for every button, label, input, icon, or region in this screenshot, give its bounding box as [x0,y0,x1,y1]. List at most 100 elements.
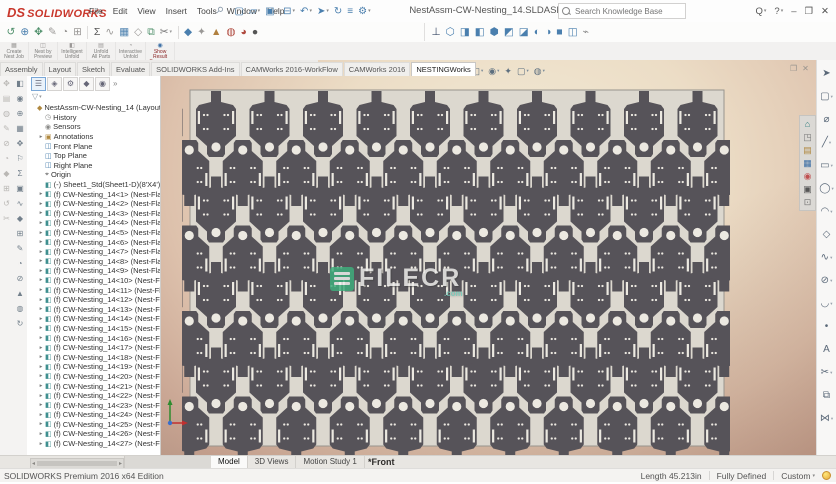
generate-plan-icon[interactable]: ◧ [472,26,487,38]
menu-insert[interactable]: Insert [161,6,192,16]
expander-icon[interactable]: ▸ [37,421,45,427]
simulate-toolpath-icon[interactable]: ◩ [501,26,516,38]
tree-item-right-plane[interactable]: ◫Right Plane [27,161,160,171]
select-pointer-icon[interactable]: ➤ [822,62,830,85]
featuremanager-tab-icon[interactable]: ☰ [31,77,46,91]
tab-layout[interactable]: Layout [44,62,77,76]
generate-toolpath-icon[interactable]: ⬢ [487,26,501,38]
select-tool-icon[interactable]: ✥ [0,76,13,91]
refresh-icon[interactable]: ↻ [13,316,27,331]
tree-item-f-cw-nesting-14-2-nest-flat[interactable]: ▸◧(f) CW-Nesting_14<2> (Nest-Flat [27,199,160,209]
assembly-features-icon[interactable]: ◆ [182,26,195,38]
measure-icon[interactable]: ◕ [238,26,249,38]
reference-geometry-icon[interactable]: ✦ [195,26,209,38]
open-file-icon[interactable]: ▱▾ [246,6,262,17]
move-component-icon[interactable]: ⊞ [71,26,85,38]
tab-evaluate[interactable]: Evaluate [111,62,150,76]
mate-tool-icon[interactable]: ✥ [13,136,27,151]
pack-and-go-icon[interactable]: ⊡ [804,196,812,208]
close-pane-icon[interactable]: ✕ [802,64,809,73]
configurationmanager-tab-icon[interactable]: ⚙ [63,77,78,91]
machine-icon[interactable]: ◫ [565,26,580,38]
arc-icon[interactable]: ◠▾ [821,200,833,223]
custom-properties-icon[interactable]: ▣ [803,183,812,195]
convert-entities-icon[interactable]: ⧉ [823,384,830,407]
spline-tool-icon[interactable]: ∿ [13,196,27,211]
point-icon[interactable]: • [825,315,829,338]
mold-tool-icon[interactable]: ◆ [0,166,13,181]
rotate-view-icon[interactable]: ◔ [13,256,27,271]
scroll-right-icon[interactable]: ▸ [118,460,123,467]
curve-icon[interactable]: ∿ [103,26,117,38]
post-process-icon[interactable]: ◐ [531,26,542,38]
tree-item-f-cw-nesting-14-27-nest-flat[interactable]: ▸◧(f) CW-Nesting_14<27> (Nest-Flat [27,439,160,449]
step-through-icon[interactable]: ◪ [516,26,531,38]
fillet-icon[interactable]: ◡▾ [821,292,833,315]
graphics-viewport[interactable]: ◎⊞↺⬓▾⬒▾◫▾◉▾✦▢▾◍▾ ❐✕ FILECR .com ⌂◳▤▦◉▣⊡ [160,60,816,455]
exploded-view-icon[interactable]: ↺ [4,26,18,38]
mass-properties-icon[interactable]: ● [249,26,260,38]
line-icon[interactable]: ╱▾ [822,131,831,154]
tree-item-front-plane[interactable]: ◫Front Plane [27,141,160,151]
nest-by-preview-button[interactable]: ◫Nest byPreview [29,42,58,60]
dimxpertmanager-tab-icon[interactable]: ◆ [79,77,94,91]
sheet-metal-tool-icon[interactable]: ⊘ [0,136,13,151]
text-icon[interactable]: A [823,338,830,361]
search-scope-button[interactable]: Q▾ [751,6,770,17]
smart-fasteners-icon[interactable]: ◇ [132,26,145,38]
expander-icon[interactable]: ▸ [37,345,45,351]
expander-icon[interactable]: ▸ [37,268,45,274]
instant3d-icon[interactable]: ▲ [208,26,223,38]
tree-item-f-cw-nesting-14-18-nest-flat[interactable]: ▸◧(f) CW-Nesting_14<18> (Nest-Flat [27,352,160,362]
tree-item-f-cw-nesting-14-24-nest-flat[interactable]: ▸◧(f) CW-Nesting_14<24> (Nest-Flat [27,410,160,420]
tab-camworks-2016[interactable]: CAMWorks 2016 [344,62,411,76]
ellipse-icon[interactable]: ⊘▾ [821,269,833,292]
sketch-icon[interactable]: ▢▾ [820,85,833,108]
expander-icon[interactable]: ▸ [37,239,45,245]
tree-item-f-cw-nesting-14-25-nest-flat[interactable]: ▸◧(f) CW-Nesting_14<25> (Nest-Flat [27,420,160,430]
tree-filter[interactable]: ▽ ▾ [27,91,160,102]
tree-item-f-cw-nesting-14-14-nest-flat[interactable]: ▸◧(f) CW-Nesting_14<14> (Nest-Flat [27,314,160,324]
propertymanager-tab-icon[interactable]: ◈ [47,77,62,91]
smart-dimension-icon[interactable]: ⌀ [823,108,829,131]
expander-icon[interactable]: ▸ [37,191,45,197]
tree-item-f-cw-nesting-14-4-nest-flat[interactable]: ▸◧(f) CW-Nesting_14<4> (Nest-Flat [27,218,160,228]
expander-icon[interactable]: ▸ [37,220,45,226]
tree-item-origin[interactable]: ⌖Origin [27,170,160,180]
tree-item-f-cw-nesting-14-19-nest-flat[interactable]: ▸◧(f) CW-Nesting_14<19> (Nest-Flat [27,362,160,372]
dimxpert-tool-icon[interactable]: ↺ [0,196,13,211]
insert-components-icon[interactable]: ⊕ [18,26,32,38]
evaluate-tool-icon[interactable]: ⊞ [0,181,13,196]
close-button[interactable]: ✕ [817,6,833,17]
expander-icon[interactable]: ▸ [37,402,45,408]
expander-icon[interactable]: ▸ [37,258,45,264]
help-bulb-icon[interactable] [822,471,831,480]
scroll-left-icon[interactable]: ◂ [31,460,36,467]
new-file-icon[interactable]: ▢ [232,6,246,17]
expander-icon[interactable]: ▸ [37,325,45,331]
tree-item-f-cw-nesting-14-13-nest-flat[interactable]: ▸◧(f) CW-Nesting_14<13> (Nest-Flat [27,304,160,314]
rebuild-icon[interactable]: ↻ [331,6,344,17]
interactive-unfold-button[interactable]: ◔InteractiveUnfold [116,42,146,60]
linear-pattern-icon[interactable]: ▦ [117,26,132,38]
surfaces-tool-icon[interactable]: ✎ [0,121,13,136]
tab-assembly[interactable]: Assembly [0,62,43,76]
expander-icon[interactable]: ▸ [37,134,45,140]
tree-item-f-cw-nesting-14-21-nest-flat[interactable]: ▸◧(f) CW-Nesting_14<21> (Nest-Flat [27,381,160,391]
unfold-all-parts-button[interactable]: ▤UnfoldAll Parts [87,42,116,60]
tree-item-f-cw-nesting-14-5-nest-flat[interactable]: ▸◧(f) CW-Nesting_14<5> (Nest-Flat [27,228,160,238]
interference-detection-icon[interactable]: ◍ [224,26,238,38]
view-settings-icon[interactable]: ◍▾ [532,66,547,77]
undo-icon[interactable]: ↶▾ [298,6,315,17]
equations-icon[interactable]: Σ [91,26,103,38]
expander-icon[interactable]: ▸ [37,249,45,255]
tab-solidworks-add-ins[interactable]: SOLIDWORKS Add-Ins [151,62,239,76]
print-icon[interactable]: ⊟▾ [281,6,298,17]
knowledge-base-search[interactable] [558,3,686,19]
expander-icon[interactable]: ▸ [37,210,45,216]
edit-sketch-icon[interactable]: ✎ [13,241,27,256]
tree-item-f-cw-nesting-14-7-nest-flat[interactable]: ▸◧(f) CW-Nesting_14<7> (Nest-Flat [27,247,160,257]
rectangle-icon[interactable]: ▭▾ [820,154,833,177]
flag-icon[interactable]: ⚐ [13,151,27,166]
apply-scene-icon[interactable]: ▢▾ [515,66,531,77]
